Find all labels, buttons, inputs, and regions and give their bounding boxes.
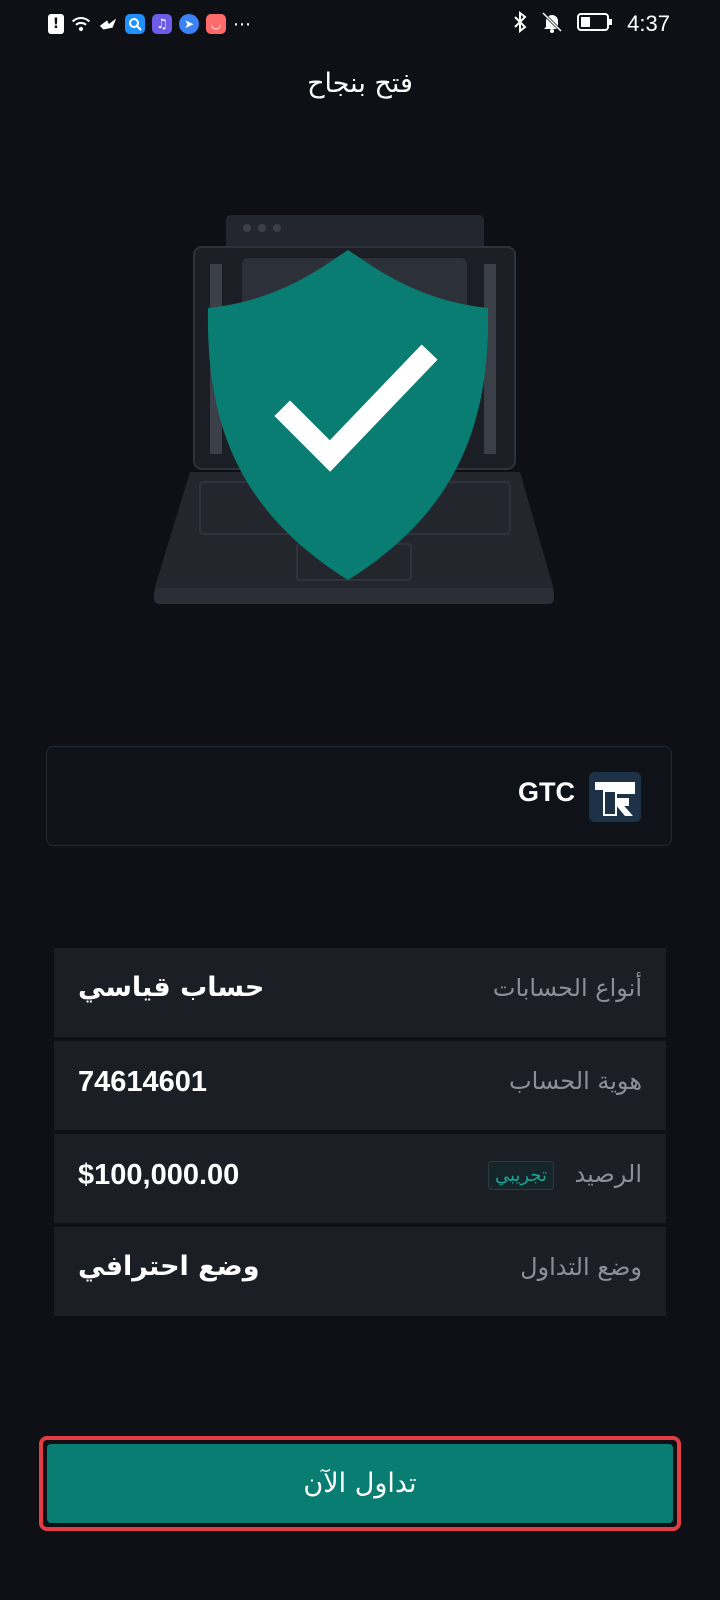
account-id-label: هوية الحساب	[508, 1067, 642, 1095]
bird-app-icon	[98, 14, 118, 34]
status-icons-left: ! ♫ ➤ ◡ ⋯	[48, 12, 251, 36]
account-type-row: أنواع الحسابات حساب قياسي	[54, 948, 666, 1037]
broker-card[interactable]: GTC	[46, 746, 672, 846]
music-app-icon: ♫	[152, 14, 172, 34]
trading-mode-label: وضع التداول	[520, 1253, 642, 1281]
wifi-icon	[71, 14, 91, 34]
trade-now-button[interactable]: تداول الآن	[47, 1444, 673, 1523]
browser-app-icon: ➤	[179, 14, 199, 34]
account-type-value: حساب قياسي	[78, 972, 265, 1003]
search-app-icon	[125, 14, 145, 34]
account-id-row: هوية الحساب 74614601	[54, 1041, 666, 1130]
broker-name: GTC	[518, 777, 575, 807]
trading-mode-value: وضع احترافي	[78, 1251, 260, 1282]
page-title: فتح بنجاح	[307, 68, 413, 99]
shopping-app-icon: ◡	[206, 14, 226, 34]
success-illustration	[150, 210, 570, 630]
balance-label: الرصيد	[574, 1160, 642, 1188]
more-dots-icon: ⋯	[233, 13, 251, 35]
trading-mode-row: وضع التداول وضع احترافي	[54, 1227, 666, 1316]
gtc-logo-icon	[589, 772, 641, 822]
account-id-value: 74614601	[78, 1066, 208, 1098]
bluetooth-icon	[513, 10, 527, 37]
alert-icon: !	[48, 14, 64, 34]
mute-icon	[541, 11, 563, 37]
battery-icon	[577, 12, 613, 36]
balance-value: $100,000.00	[78, 1159, 240, 1191]
balance-row: الرصيد تجريبي $100,000.00	[54, 1134, 666, 1223]
status-icons-right: 4:37	[513, 10, 670, 38]
status-bar: ! ♫ ➤ ◡ ⋯ 4:37	[0, 0, 720, 48]
account-type-label: أنواع الحسابات	[492, 974, 642, 1002]
account-details: أنواع الحسابات حساب قياسي هوية الحساب 74…	[54, 948, 666, 1320]
demo-badge: تجريبي	[487, 1161, 554, 1190]
clock: 4:37	[627, 11, 670, 36]
